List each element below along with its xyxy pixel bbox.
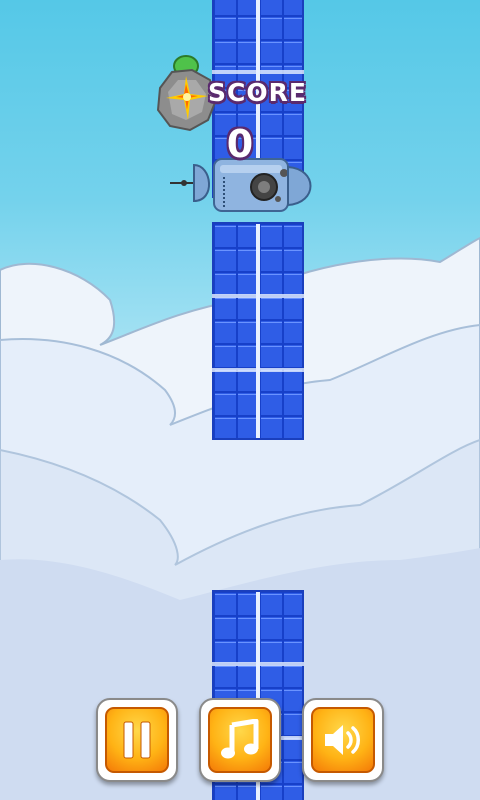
music-button-face xyxy=(208,707,272,773)
speaker-icon xyxy=(325,725,360,755)
pipe-top-lower xyxy=(212,222,304,440)
pause-button-face xyxy=(105,707,169,773)
music-note-icon xyxy=(221,719,259,759)
pause-button[interactable] xyxy=(96,698,178,782)
score-value: 0 xyxy=(226,122,254,166)
pause-icon xyxy=(123,721,151,759)
sound-button[interactable] xyxy=(302,698,384,782)
score-label: SCORE xyxy=(208,78,307,107)
sound-button-face xyxy=(311,707,375,773)
game-canvas[interactable]: SCORE 0 xyxy=(0,0,480,800)
music-button[interactable] xyxy=(199,698,281,782)
control-bar xyxy=(96,698,386,784)
